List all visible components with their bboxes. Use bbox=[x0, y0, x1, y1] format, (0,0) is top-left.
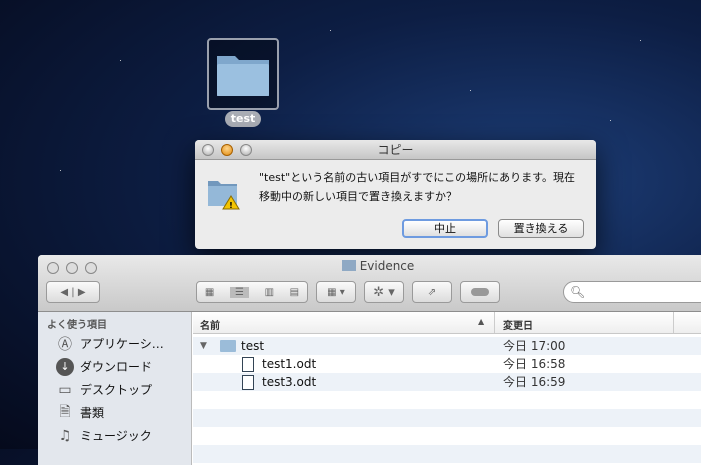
desktop-icon: ▭ bbox=[58, 381, 72, 398]
sidebar-item-applications[interactable]: Ⓐ アプリケーシ… bbox=[38, 332, 191, 355]
sidebar: よく使う項目 Ⓐ アプリケーシ… ↓ ダウンロード ▭ デスクトップ 🗎 書類 ♫ ミュー… bbox=[38, 312, 192, 465]
dialog-message-line1: "test"という名前の古い項目がすでにこの場所にあります。現在 bbox=[259, 171, 576, 184]
replace-button[interactable]: 置き換える bbox=[498, 219, 584, 238]
folder-icon bbox=[220, 340, 236, 352]
back-icon[interactable]: ◀ bbox=[60, 287, 68, 298]
column-header-name[interactable]: 名前 bbox=[200, 317, 220, 332]
search-icon: 🔍︎ bbox=[570, 285, 586, 299]
desktop-folder-icon[interactable] bbox=[207, 38, 279, 110]
sidebar-item-label: ミュージック bbox=[80, 429, 152, 443]
svg-text:!: ! bbox=[229, 201, 233, 210]
sidebar-item-label: ダウンロード bbox=[80, 360, 153, 374]
file-date: 今日 16:59 bbox=[503, 375, 566, 389]
table-row[interactable]: ▼ test 今日 17:00 bbox=[193, 337, 701, 355]
copy-dialog: コピー ! "test"という名前の古い項目がすでにこの場所にあります。現在 移動… bbox=[195, 140, 596, 249]
desktop-icon-label[interactable]: test bbox=[225, 111, 261, 127]
finder-window: Evidence ◀ | ▶ ▦ ☰ ▥ ▤ ▦ ▾ ✲ ▾ ⇗ 🔍︎ よく使う項目 … bbox=[38, 255, 701, 465]
zoom-button[interactable] bbox=[240, 144, 252, 156]
document-icon bbox=[242, 375, 254, 390]
file-list: 名前 ▲ 変更日 ▼ test 今日 17:00 test1.odt 今日 16:58… bbox=[193, 312, 701, 465]
sidebar-item-desktop[interactable]: ▭ デスクトップ bbox=[38, 378, 191, 401]
dialog-message-line2: 移動中の新しい項目で置き換えますか？ bbox=[259, 190, 457, 203]
gear-icon: ✲ ▾ bbox=[373, 284, 395, 300]
coverflow-view-icon[interactable]: ▤ bbox=[290, 287, 299, 298]
view-buttons[interactable]: ▦ ☰ ▥ ▤ bbox=[196, 281, 308, 303]
sidebar-item-documents[interactable]: 🗎 書類 bbox=[38, 401, 191, 424]
downloads-icon: ↓ bbox=[56, 357, 74, 376]
sidebar-item-downloads[interactable]: ↓ ダウンロード bbox=[38, 355, 191, 378]
sidebar-item-label: デスクトップ bbox=[80, 383, 153, 397]
file-name: test1.odt bbox=[262, 357, 317, 371]
table-row[interactable]: test1.odt 今日 16:58 bbox=[193, 355, 701, 373]
dialog-titlebar: コピー bbox=[195, 140, 596, 160]
forward-icon[interactable]: ▶ bbox=[78, 287, 86, 298]
file-name: test3.odt bbox=[262, 375, 317, 389]
sidebar-item-music[interactable]: ♫ ミュージック bbox=[38, 424, 191, 447]
list-view-icon[interactable]: ☰ bbox=[229, 286, 249, 298]
sidebar-item-label: 書類 bbox=[80, 406, 105, 420]
sort-ascending-icon: ▲ bbox=[478, 317, 485, 326]
folder-icon bbox=[217, 56, 269, 96]
window-title: Evidence bbox=[359, 259, 415, 273]
dialog-title: コピー bbox=[377, 143, 414, 157]
arrange-icon: ▦ ▾ bbox=[327, 286, 345, 298]
documents-icon: 🗎 bbox=[59, 403, 71, 420]
cancel-button[interactable]: 中止 bbox=[402, 219, 488, 238]
file-date: 今日 16:58 bbox=[503, 357, 566, 371]
folder-icon bbox=[341, 260, 356, 271]
folder-warning-icon: ! bbox=[208, 181, 240, 210]
applications-icon: Ⓐ bbox=[58, 336, 72, 353]
close-button[interactable] bbox=[202, 144, 214, 156]
minimize-button[interactable] bbox=[221, 144, 233, 156]
table-row[interactable]: test3.odt 今日 16:59 bbox=[193, 373, 701, 391]
action-button[interactable]: ✲ ▾ bbox=[364, 281, 404, 303]
disclosure-triangle-icon[interactable]: ▼ bbox=[200, 337, 207, 355]
sidebar-header: よく使う項目 bbox=[47, 320, 107, 331]
back-forward-buttons[interactable]: ◀ | ▶ bbox=[46, 281, 100, 303]
tag-icon bbox=[471, 288, 489, 296]
music-icon: ♫ bbox=[58, 427, 72, 444]
tags-button[interactable] bbox=[460, 281, 500, 303]
search-input[interactable]: 🔍︎ bbox=[563, 281, 701, 303]
column-header-modified[interactable]: 変更日 bbox=[503, 317, 533, 332]
share-button[interactable]: ⇗ bbox=[412, 281, 452, 303]
arrange-button[interactable]: ▦ ▾ bbox=[316, 281, 356, 303]
share-icon: ⇗ bbox=[427, 286, 437, 298]
icon-view-icon[interactable]: ▦ bbox=[205, 287, 214, 298]
document-icon bbox=[242, 357, 254, 372]
file-name: test bbox=[241, 339, 265, 353]
file-date: 今日 17:00 bbox=[503, 339, 566, 353]
sidebar-item-label: アプリケーシ… bbox=[80, 337, 164, 351]
column-view-icon[interactable]: ▥ bbox=[265, 287, 274, 298]
